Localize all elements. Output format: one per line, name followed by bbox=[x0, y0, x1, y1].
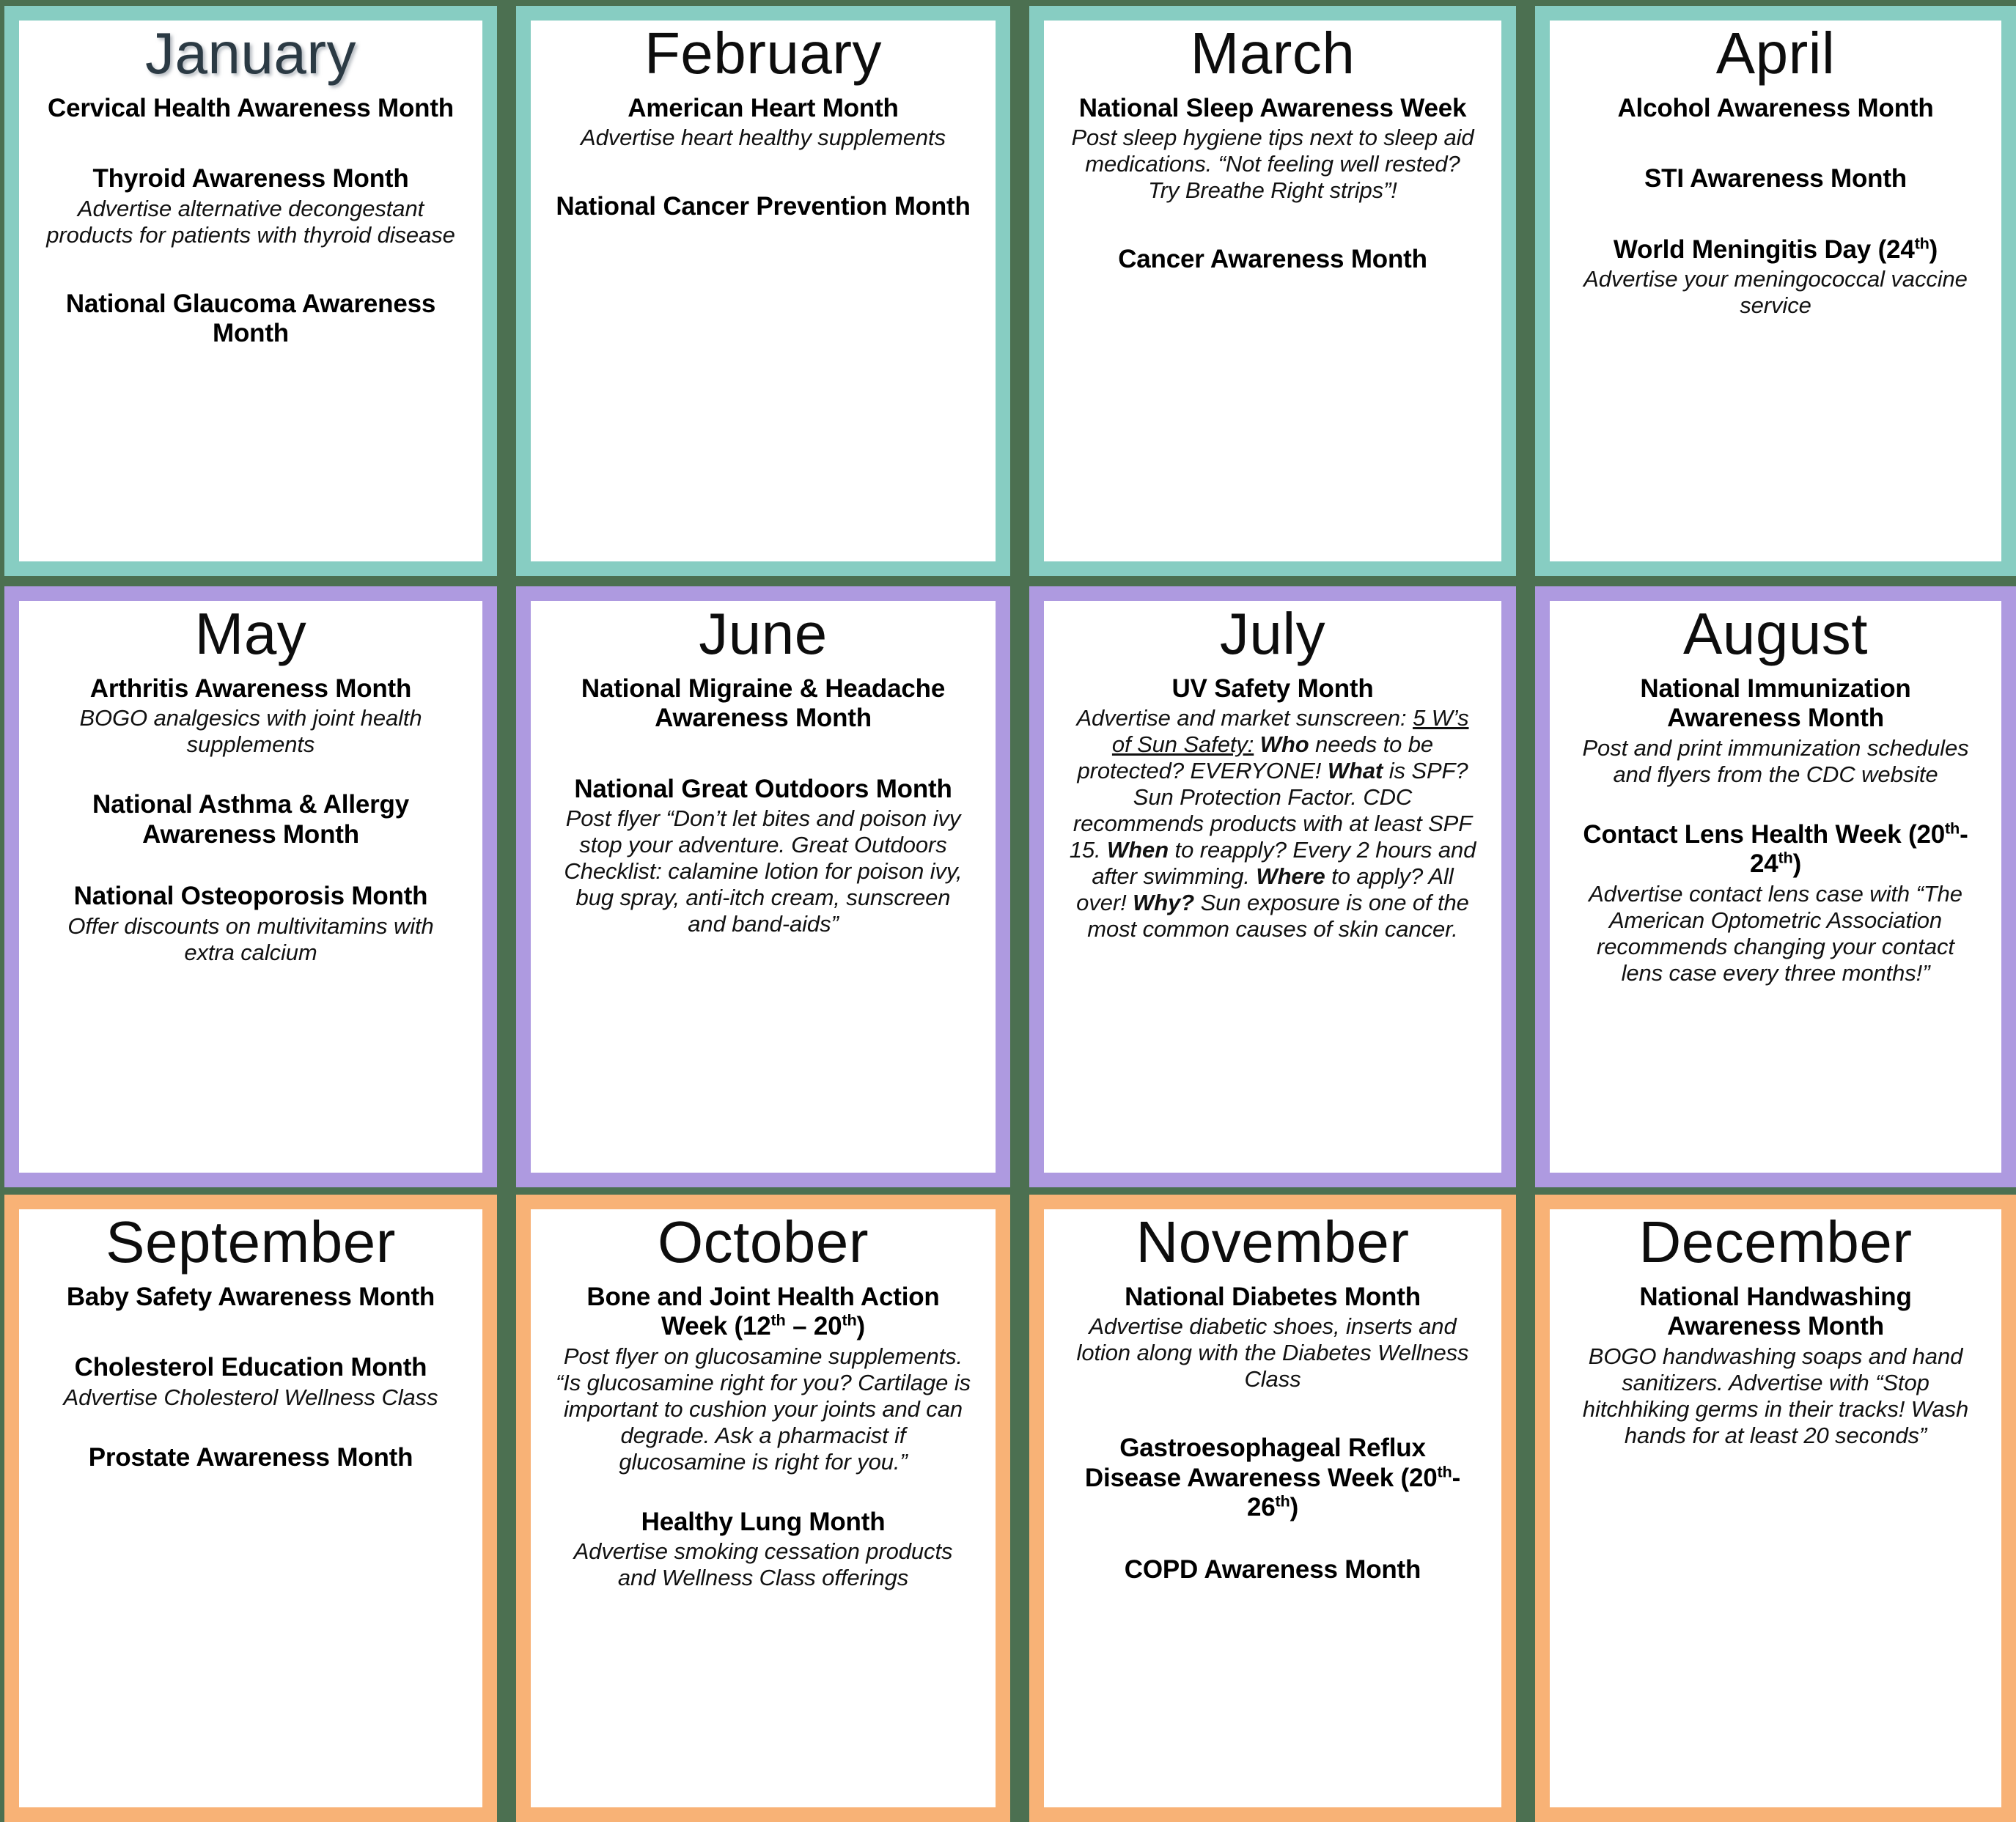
entry-note: Advertise smoking cessation products and… bbox=[573, 1538, 953, 1591]
entry-note: Post flyer on glucosamine supplements. “… bbox=[556, 1343, 971, 1475]
entry-title: Gastroesophageal Reflux Disease Awarenes… bbox=[1084, 1434, 1461, 1522]
entry-american-heart: American Heart Month Advertise heart hea… bbox=[556, 94, 971, 152]
month-title-september: September bbox=[106, 1209, 396, 1275]
entry-title: Bone and Joint Health Action Week (12th … bbox=[586, 1282, 940, 1341]
entry-note: Post flyer “Don’t let bites and poison i… bbox=[564, 805, 963, 937]
month-title-july: July bbox=[1219, 601, 1326, 666]
entry-asthma-allergy: National Asthma & Allergy Awareness Mont… bbox=[44, 790, 457, 849]
entry-title: Healthy Lung Month bbox=[641, 1507, 886, 1536]
entry-note: Advertise Cholesterol Wellness Class bbox=[63, 1384, 438, 1410]
month-card-september: September Baby Safety Awareness Month Ch… bbox=[4, 1195, 497, 1822]
month-card-july: July UV Safety Month Advertise and marke… bbox=[1029, 586, 1516, 1187]
entry-note: Post and print immunization schedules an… bbox=[1582, 734, 1969, 787]
entry-title: National Osteoporosis Month bbox=[73, 882, 428, 911]
entry-title: National Great Outdoors Month bbox=[574, 774, 952, 803]
month-card-november: November National Diabetes Month Adverti… bbox=[1029, 1195, 1516, 1822]
month-title-january: January bbox=[144, 21, 357, 86]
entry-note: Advertise heart healthy supplements bbox=[581, 125, 946, 151]
month-card-october: October Bone and Joint Health Action Wee… bbox=[516, 1195, 1010, 1822]
month-title-december: December bbox=[1638, 1209, 1913, 1275]
entry-title: National Migraine & Headache Awareness M… bbox=[581, 674, 946, 733]
entry-note: Advertise contact lens case with “The Am… bbox=[1589, 880, 1962, 986]
entry-title: National Cancer Prevention Month bbox=[556, 192, 971, 221]
entry-great-outdoors: National Great Outdoors Month Post flyer… bbox=[556, 775, 971, 937]
entry-title: Arthritis Awareness Month bbox=[89, 674, 412, 703]
entry-title: Contact Lens Health Week (20th- 24th) bbox=[1583, 819, 1968, 879]
entry-note: BOGO analgesics with joint health supple… bbox=[79, 705, 422, 758]
entry-title: National Glaucoma Awareness Month bbox=[65, 289, 436, 348]
month-title-april: April bbox=[1715, 21, 1836, 86]
entry-title: Prostate Awareness Month bbox=[88, 1442, 413, 1472]
uv-w-keyword: Why? bbox=[1126, 889, 1195, 915]
uv-w-keyword: Who bbox=[1254, 731, 1309, 758]
entry-title: COPD Awareness Month bbox=[1124, 1554, 1421, 1584]
month-title-february: February bbox=[644, 21, 883, 86]
entry-note: Advertise alternative decongestant produ… bbox=[46, 195, 455, 248]
uv-w-keyword: Where bbox=[1249, 863, 1325, 889]
uv-w-keyword: What bbox=[1321, 758, 1383, 784]
month-title-june: June bbox=[699, 601, 828, 666]
entry-arthritis: Arthritis Awareness Month BOGO analgesic… bbox=[44, 674, 457, 759]
entry-bone-joint: Bone and Joint Health Action Week (12th … bbox=[556, 1283, 971, 1475]
entry-note: Offer discounts on multivitamins with ex… bbox=[67, 912, 434, 965]
month-card-december: December National Handwashing Awareness … bbox=[1535, 1195, 2016, 1822]
entry-title: Baby Safety Awareness Month bbox=[66, 1282, 435, 1311]
entry-title: National Sleep Awareness Week bbox=[1078, 93, 1467, 122]
entry-glaucoma: National Glaucoma Awareness Month bbox=[44, 289, 457, 349]
entry-meningitis-day: World Meningitis Day (24th) Advertise yo… bbox=[1575, 235, 1976, 320]
entry-cholesterol: Cholesterol Education Month Advertise Ch… bbox=[44, 1353, 457, 1411]
entry-title: World Meningitis Day (24th) bbox=[1613, 234, 1938, 264]
awareness-calendar-grid: January Cervical Health Awareness Month … bbox=[0, 0, 2016, 1822]
entry-uv-safety: UV Safety Month Advertise and market sun… bbox=[1069, 674, 1476, 943]
entry-note: Post sleep hygiene tips next to sleep ai… bbox=[1071, 125, 1474, 204]
month-card-march: March National Sleep Awareness Week Post… bbox=[1029, 6, 1516, 576]
month-card-february: February American Heart Month Advertise … bbox=[516, 6, 1010, 576]
entry-note: BOGO handwashing soaps and hand sanitize… bbox=[1582, 1343, 1969, 1448]
entry-cancer-awareness: Cancer Awareness Month bbox=[1069, 245, 1476, 275]
month-card-may: May Arthritis Awareness Month BOGO analg… bbox=[4, 586, 497, 1187]
entry-gerd: Gastroesophageal Reflux Disease Awarenes… bbox=[1069, 1434, 1476, 1523]
entry-title: Cancer Awareness Month bbox=[1118, 245, 1427, 274]
entry-copd: COPD Awareness Month bbox=[1069, 1555, 1476, 1585]
entry-immunization: National Immunization Awareness Month Po… bbox=[1575, 674, 1976, 788]
month-card-august: August National Immunization Awareness M… bbox=[1535, 586, 2016, 1187]
entry-prostate: Prostate Awareness Month bbox=[44, 1443, 457, 1473]
entry-title: Cervical Health Awareness Month bbox=[48, 93, 454, 122]
month-card-april: April Alcohol Awareness Month STI Awaren… bbox=[1535, 6, 2016, 576]
entry-title: National Asthma & Allergy Awareness Mont… bbox=[92, 790, 409, 849]
entry-migraine: National Migraine & Headache Awareness M… bbox=[556, 674, 971, 734]
entry-title: National Immunization Awareness Month bbox=[1640, 674, 1911, 733]
entry-alcohol: Alcohol Awareness Month bbox=[1575, 94, 1976, 124]
entry-note-uv-safety: Advertise and market sunscreen: 5 W’s of… bbox=[1069, 705, 1476, 942]
entry-contact-lens: Contact Lens Health Week (20th- 24th) Ad… bbox=[1575, 820, 1976, 986]
entry-handwashing: National Handwashing Awareness Month BOG… bbox=[1575, 1283, 1976, 1449]
entry-osteoporosis: National Osteoporosis Month Offer discou… bbox=[44, 882, 457, 966]
entry-note: Advertise diabetic shoes, inserts and lo… bbox=[1076, 1313, 1469, 1393]
month-card-january: January Cervical Health Awareness Month … bbox=[4, 6, 497, 576]
month-card-june: June National Migraine & Headache Awaren… bbox=[516, 586, 1010, 1187]
entry-cancer-prevention: National Cancer Prevention Month bbox=[556, 192, 971, 222]
entry-title: Thyroid Awareness Month bbox=[92, 164, 409, 193]
month-title-october: October bbox=[657, 1209, 869, 1275]
entry-note: Advertise your meningococcal vaccine ser… bbox=[1583, 266, 1968, 319]
entry-thyroid: Thyroid Awareness Month Advertise altern… bbox=[44, 164, 457, 248]
entry-title: National Handwashing Awareness Month bbox=[1639, 1282, 1912, 1341]
entry-sti: STI Awareness Month bbox=[1575, 164, 1976, 194]
entry-title: American Heart Month bbox=[628, 93, 899, 122]
entry-title: National Diabetes Month bbox=[1125, 1282, 1421, 1311]
entry-diabetes: National Diabetes Month Advertise diabet… bbox=[1069, 1283, 1476, 1393]
month-title-august: August bbox=[1682, 601, 1869, 666]
uv-w-keyword: When bbox=[1100, 836, 1169, 863]
entry-title: Cholesterol Education Month bbox=[74, 1353, 427, 1382]
month-title-november: November bbox=[1136, 1209, 1410, 1275]
entry-title: Alcohol Awareness Month bbox=[1617, 93, 1934, 122]
month-title-march: March bbox=[1190, 21, 1355, 86]
entry-title: UV Safety Month bbox=[1171, 674, 1374, 703]
entry-cervical-health: Cervical Health Awareness Month bbox=[44, 94, 457, 124]
entry-healthy-lung: Healthy Lung Month Advertise smoking ces… bbox=[556, 1508, 971, 1592]
entry-title: STI Awareness Month bbox=[1644, 164, 1907, 193]
entry-sleep-awareness: National Sleep Awareness Week Post sleep… bbox=[1069, 94, 1476, 204]
month-title-may: May bbox=[194, 601, 307, 666]
entry-baby-safety: Baby Safety Awareness Month bbox=[44, 1283, 457, 1313]
